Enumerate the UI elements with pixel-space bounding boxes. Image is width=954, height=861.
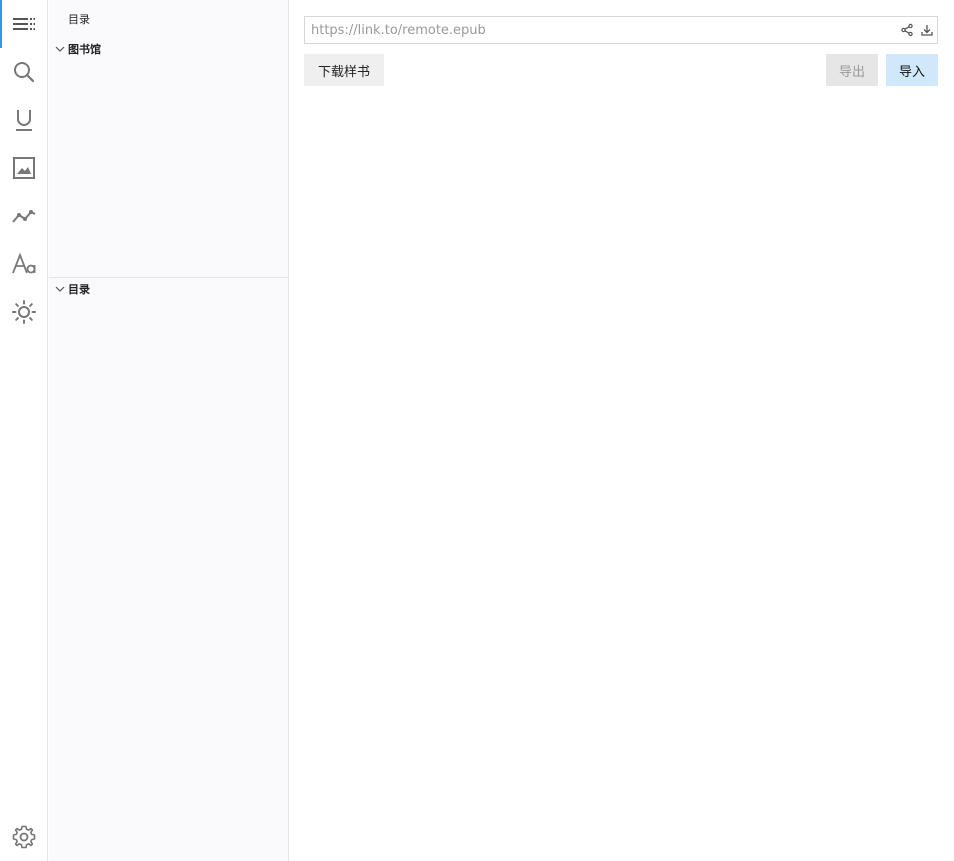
import-button[interactable]: 导入 xyxy=(886,54,938,86)
download-sample-button[interactable]: 下载样书 xyxy=(304,54,384,86)
section-divider[interactable] xyxy=(49,277,289,278)
chevron-down-icon xyxy=(52,281,68,297)
sidebar: 目录 图书馆 目录 xyxy=(49,0,289,861)
chevron-down-icon xyxy=(52,41,68,57)
activity-timeline[interactable] xyxy=(0,192,48,240)
remote-url-input[interactable] xyxy=(305,17,897,43)
activity-annotations[interactable] xyxy=(0,96,48,144)
main-panel: 下载样书 导出 导入 xyxy=(289,0,954,861)
image-icon xyxy=(13,157,35,179)
gear-icon xyxy=(12,825,36,849)
app-window: 目录 图书馆 目录 https://link.to/remote.epub 下载… xyxy=(0,0,954,861)
url-box xyxy=(304,16,938,44)
activity-settings[interactable] xyxy=(0,813,48,861)
download-icon[interactable] xyxy=(917,17,937,43)
section-toc-label: 目录 xyxy=(68,283,90,296)
section-library-label: 图书馆 xyxy=(68,43,101,56)
activity-typography[interactable] xyxy=(0,240,48,288)
export-button[interactable]: 导出 xyxy=(826,54,878,86)
activity-images[interactable] xyxy=(0,144,48,192)
toc-list-icon xyxy=(13,18,35,30)
activity-theme[interactable] xyxy=(0,288,48,336)
activity-bar xyxy=(0,0,48,861)
underline-icon xyxy=(16,110,32,131)
search-icon xyxy=(14,62,35,83)
trend-line-icon xyxy=(12,210,36,223)
section-toc-header[interactable]: 目录 xyxy=(49,279,289,299)
activity-toc[interactable] xyxy=(0,0,48,48)
sidebar-title: 目录 xyxy=(68,13,90,26)
section-library-header[interactable]: 图书馆 xyxy=(49,39,289,59)
activity-search[interactable] xyxy=(0,48,48,96)
share-icon[interactable] xyxy=(897,17,917,43)
sun-icon xyxy=(12,300,36,324)
font-icon xyxy=(12,252,36,274)
